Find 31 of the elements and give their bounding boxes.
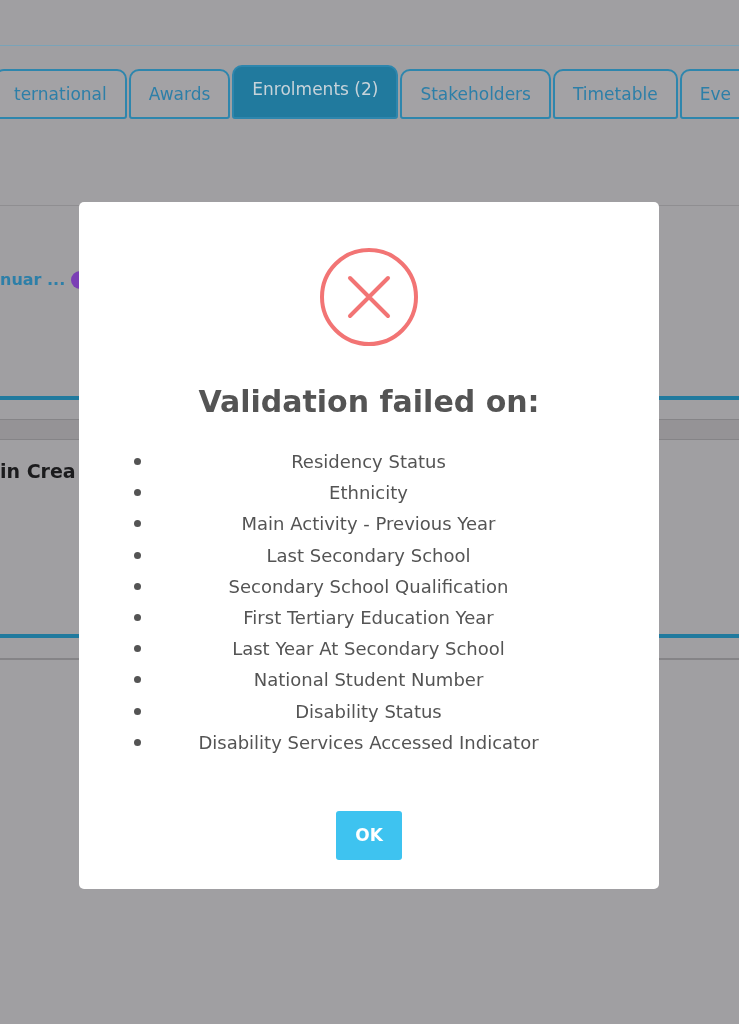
failed-field: First Tertiary Education Year <box>141 607 604 629</box>
failed-field: National Student Number <box>141 669 604 691</box>
bullet-icon <box>134 458 141 466</box>
failed-field: Last Secondary School <box>141 544 604 566</box>
bullet-icon <box>134 520 141 528</box>
tab[interactable]: Awards <box>128 69 231 119</box>
failed-field: Last Year At Secondary School <box>141 638 604 660</box>
bullet-icon <box>134 551 141 559</box>
record-link[interactable]: nuar ... <box>0 270 66 289</box>
tab[interactable]: Enrolments (2) <box>232 65 399 119</box>
failed-field: Ethnicity <box>141 482 604 504</box>
bullet-icon <box>134 707 141 715</box>
bullet-icon <box>134 489 141 497</box>
bullet-icon <box>134 738 141 746</box>
failed-field: Main Activity - Previous Year <box>141 513 604 535</box>
tab[interactable]: Eve <box>679 69 739 119</box>
tab[interactable]: ternational <box>0 69 127 119</box>
section-heading: in Crea <box>0 460 76 482</box>
ok-button[interactable]: OK <box>336 810 402 860</box>
tab[interactable]: Stakeholders <box>400 69 551 119</box>
bullet-icon <box>134 582 141 590</box>
bullet-icon <box>134 645 141 653</box>
bullet-icon <box>134 614 141 622</box>
failed-field: Residency Status <box>141 451 604 473</box>
failed-field: Secondary School Qualification <box>141 575 604 597</box>
failed-field: Disability Status <box>141 700 604 722</box>
tab[interactable]: Timetable <box>552 69 678 119</box>
failed-field: Disability Services Accessed Indicator <box>141 731 604 753</box>
dialog-title: Validation failed on: <box>198 384 540 419</box>
error-icon <box>319 247 419 347</box>
bullet-icon <box>134 676 141 684</box>
